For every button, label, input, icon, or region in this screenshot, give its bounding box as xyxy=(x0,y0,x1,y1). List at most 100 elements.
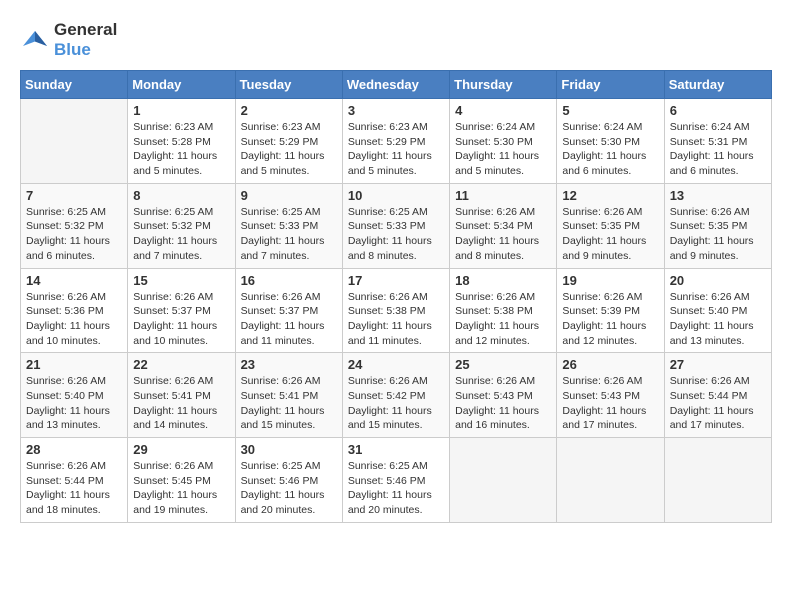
day-info: Sunrise: 6:23 AM Sunset: 5:29 PM Dayligh… xyxy=(241,120,337,179)
day-number: 31 xyxy=(348,442,444,457)
day-cell: 14 Sunrise: 6:26 AM Sunset: 5:36 PM Dayli… xyxy=(21,268,128,353)
day-cell: 20 Sunrise: 6:26 AM Sunset: 5:40 PM Dayli… xyxy=(664,268,771,353)
day-info: Sunrise: 6:26 AM Sunset: 5:36 PM Dayligh… xyxy=(26,290,122,349)
day-number: 13 xyxy=(670,188,766,203)
week-row-3: 14 Sunrise: 6:26 AM Sunset: 5:36 PM Dayli… xyxy=(21,268,772,353)
day-info: Sunrise: 6:26 AM Sunset: 5:37 PM Dayligh… xyxy=(133,290,229,349)
day-number: 19 xyxy=(562,273,658,288)
day-number: 7 xyxy=(26,188,122,203)
day-number: 20 xyxy=(670,273,766,288)
day-cell: 26 Sunrise: 6:26 AM Sunset: 5:43 PM Dayli… xyxy=(557,353,664,438)
day-cell: 1 Sunrise: 6:23 AM Sunset: 5:28 PM Daylig… xyxy=(128,99,235,184)
day-number: 26 xyxy=(562,357,658,372)
day-cell: 28Sunrise: 6:26 AM Sunset: 5:44 PM Dayli… xyxy=(21,438,128,523)
day-cell: 17 Sunrise: 6:26 AM Sunset: 5:38 PM Dayli… xyxy=(342,268,449,353)
day-cell: 4 Sunrise: 6:24 AM Sunset: 5:30 PM Daylig… xyxy=(450,99,557,184)
day-info: Sunrise: 6:26 AM Sunset: 5:44 PM Dayligh… xyxy=(26,459,122,518)
day-number: 29 xyxy=(133,442,229,457)
day-number: 2 xyxy=(241,103,337,118)
day-cell: 11Sunrise: 6:26 AM Sunset: 5:34 PM Dayli… xyxy=(450,183,557,268)
day-info: Sunrise: 6:26 AM Sunset: 5:39 PM Dayligh… xyxy=(562,290,658,349)
day-info: Sunrise: 6:26 AM Sunset: 5:35 PM Dayligh… xyxy=(562,205,658,264)
day-info: Sunrise: 6:26 AM Sunset: 5:40 PM Dayligh… xyxy=(26,374,122,433)
day-cell: 29 Sunrise: 6:26 AM Sunset: 5:45 PM Dayli… xyxy=(128,438,235,523)
day-cell xyxy=(450,438,557,523)
day-number: 14 xyxy=(26,273,122,288)
day-cell: 31 Sunrise: 6:25 AM Sunset: 5:46 PM Dayli… xyxy=(342,438,449,523)
day-cell: 3Sunrise: 6:23 AM Sunset: 5:29 PM Daylig… xyxy=(342,99,449,184)
day-cell: 22Sunrise: 6:26 AM Sunset: 5:41 PM Dayli… xyxy=(128,353,235,438)
week-row-1: 1 Sunrise: 6:23 AM Sunset: 5:28 PM Daylig… xyxy=(21,99,772,184)
day-number: 25 xyxy=(455,357,551,372)
day-cell: 12 Sunrise: 6:26 AM Sunset: 5:35 PM Dayli… xyxy=(557,183,664,268)
header-cell-wednesday: Wednesday xyxy=(342,71,449,99)
day-cell: 5Sunrise: 6:24 AM Sunset: 5:30 PM Daylig… xyxy=(557,99,664,184)
day-number: 22 xyxy=(133,357,229,372)
day-info: Sunrise: 6:26 AM Sunset: 5:38 PM Dayligh… xyxy=(455,290,551,349)
day-info: Sunrise: 6:25 AM Sunset: 5:46 PM Dayligh… xyxy=(348,459,444,518)
day-number: 10 xyxy=(348,188,444,203)
day-number: 11 xyxy=(455,188,551,203)
header-cell-tuesday: Tuesday xyxy=(235,71,342,99)
header-row: SundayMondayTuesdayWednesdayThursdayFrid… xyxy=(21,71,772,99)
day-info: Sunrise: 6:26 AM Sunset: 5:41 PM Dayligh… xyxy=(241,374,337,433)
day-number: 23 xyxy=(241,357,337,372)
day-cell xyxy=(664,438,771,523)
day-number: 6 xyxy=(670,103,766,118)
page-header: General Blue xyxy=(20,20,772,60)
header-cell-saturday: Saturday xyxy=(664,71,771,99)
day-cell: 6 Sunrise: 6:24 AM Sunset: 5:31 PM Daylig… xyxy=(664,99,771,184)
day-info: Sunrise: 6:23 AM Sunset: 5:28 PM Dayligh… xyxy=(133,120,229,179)
day-cell: 16 Sunrise: 6:26 AM Sunset: 5:37 PM Dayli… xyxy=(235,268,342,353)
day-cell: 8Sunrise: 6:25 AM Sunset: 5:32 PM Daylig… xyxy=(128,183,235,268)
day-info: Sunrise: 6:26 AM Sunset: 5:38 PM Dayligh… xyxy=(348,290,444,349)
day-cell: 24Sunrise: 6:26 AM Sunset: 5:42 PM Dayli… xyxy=(342,353,449,438)
day-number: 30 xyxy=(241,442,337,457)
day-info: Sunrise: 6:25 AM Sunset: 5:46 PM Dayligh… xyxy=(241,459,337,518)
day-info: Sunrise: 6:25 AM Sunset: 5:32 PM Dayligh… xyxy=(26,205,122,264)
day-number: 15 xyxy=(133,273,229,288)
day-info: Sunrise: 6:26 AM Sunset: 5:44 PM Dayligh… xyxy=(670,374,766,433)
day-number: 17 xyxy=(348,273,444,288)
day-info: Sunrise: 6:24 AM Sunset: 5:30 PM Dayligh… xyxy=(562,120,658,179)
day-number: 1 xyxy=(133,103,229,118)
day-cell xyxy=(21,99,128,184)
day-number: 3 xyxy=(348,103,444,118)
day-info: Sunrise: 6:25 AM Sunset: 5:33 PM Dayligh… xyxy=(348,205,444,264)
day-number: 27 xyxy=(670,357,766,372)
header-cell-thursday: Thursday xyxy=(450,71,557,99)
day-info: Sunrise: 6:26 AM Sunset: 5:45 PM Dayligh… xyxy=(133,459,229,518)
week-row-5: 28Sunrise: 6:26 AM Sunset: 5:44 PM Dayli… xyxy=(21,438,772,523)
day-cell: 23 Sunrise: 6:26 AM Sunset: 5:41 PM Dayli… xyxy=(235,353,342,438)
day-number: 9 xyxy=(241,188,337,203)
day-number: 12 xyxy=(562,188,658,203)
day-info: Sunrise: 6:26 AM Sunset: 5:37 PM Dayligh… xyxy=(241,290,337,349)
week-row-4: 21 Sunrise: 6:26 AM Sunset: 5:40 PM Dayli… xyxy=(21,353,772,438)
header-cell-monday: Monday xyxy=(128,71,235,99)
day-info: Sunrise: 6:26 AM Sunset: 5:35 PM Dayligh… xyxy=(670,205,766,264)
week-row-2: 7 Sunrise: 6:25 AM Sunset: 5:32 PM Daylig… xyxy=(21,183,772,268)
day-info: Sunrise: 6:25 AM Sunset: 5:33 PM Dayligh… xyxy=(241,205,337,264)
day-number: 8 xyxy=(133,188,229,203)
logo-text: General Blue xyxy=(54,20,117,60)
day-info: Sunrise: 6:24 AM Sunset: 5:31 PM Dayligh… xyxy=(670,120,766,179)
day-cell: 15 Sunrise: 6:26 AM Sunset: 5:37 PM Dayli… xyxy=(128,268,235,353)
day-number: 4 xyxy=(455,103,551,118)
day-cell: 10 Sunrise: 6:25 AM Sunset: 5:33 PM Dayli… xyxy=(342,183,449,268)
day-number: 21 xyxy=(26,357,122,372)
day-number: 24 xyxy=(348,357,444,372)
day-info: Sunrise: 6:24 AM Sunset: 5:30 PM Dayligh… xyxy=(455,120,551,179)
day-cell: 7 Sunrise: 6:25 AM Sunset: 5:32 PM Daylig… xyxy=(21,183,128,268)
day-cell: 19 Sunrise: 6:26 AM Sunset: 5:39 PM Dayli… xyxy=(557,268,664,353)
header-cell-friday: Friday xyxy=(557,71,664,99)
day-info: Sunrise: 6:26 AM Sunset: 5:43 PM Dayligh… xyxy=(562,374,658,433)
day-number: 18 xyxy=(455,273,551,288)
header-cell-sunday: Sunday xyxy=(21,71,128,99)
day-cell: 18 Sunrise: 6:26 AM Sunset: 5:38 PM Dayli… xyxy=(450,268,557,353)
day-cell: 13 Sunrise: 6:26 AM Sunset: 5:35 PM Dayli… xyxy=(664,183,771,268)
day-info: Sunrise: 6:26 AM Sunset: 5:40 PM Dayligh… xyxy=(670,290,766,349)
day-number: 16 xyxy=(241,273,337,288)
logo-icon xyxy=(20,25,50,55)
logo: General Blue xyxy=(20,20,117,60)
day-cell: 25Sunrise: 6:26 AM Sunset: 5:43 PM Dayli… xyxy=(450,353,557,438)
